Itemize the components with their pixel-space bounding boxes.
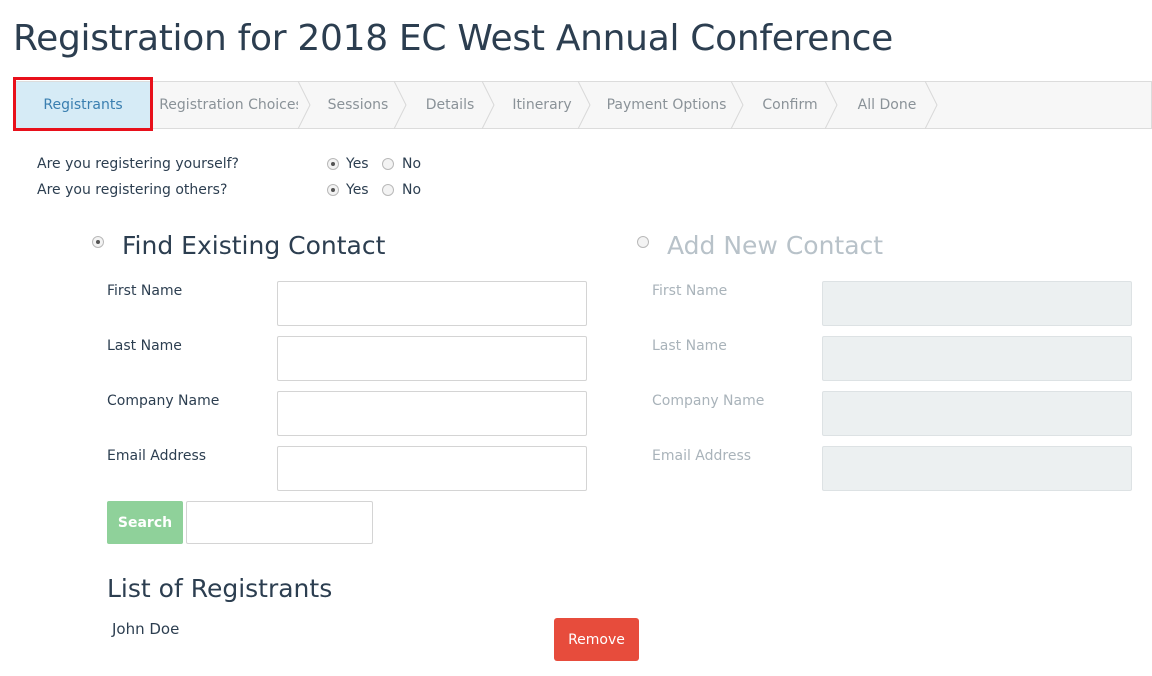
add-email-label: Email Address bbox=[652, 448, 752, 464]
add-company-name-input bbox=[822, 391, 1132, 436]
step-separator-icon bbox=[394, 81, 407, 129]
step-label: Sessions bbox=[327, 97, 389, 113]
step-label: Itinerary bbox=[512, 97, 572, 113]
step-registration-choices[interactable]: Registration Choices bbox=[152, 81, 311, 129]
step-registrants[interactable]: Registrants bbox=[14, 82, 152, 128]
radio-add-new-contact[interactable] bbox=[637, 236, 649, 248]
radio-yourself-yes-label: Yes bbox=[346, 156, 369, 172]
add-company-name-label: Company Name bbox=[652, 393, 765, 409]
radio-others-yes-label: Yes bbox=[346, 182, 369, 198]
registrant-name: John Doe bbox=[112, 620, 180, 638]
step-all-done[interactable]: All Done bbox=[837, 81, 938, 129]
add-first-name-label: First Name bbox=[652, 283, 728, 299]
find-contact-title: Find Existing Contact bbox=[122, 231, 386, 260]
add-contact-title: Add New Contact bbox=[667, 231, 884, 260]
radio-yourself-no-label: No bbox=[402, 156, 422, 172]
remove-registrant-button[interactable]: Remove bbox=[554, 618, 639, 661]
find-first-name-input[interactable] bbox=[277, 281, 587, 326]
step-confirm[interactable]: Confirm bbox=[743, 81, 838, 129]
step-label: Registrants bbox=[43, 97, 123, 113]
add-first-name-input bbox=[822, 281, 1132, 326]
step-label: Details bbox=[425, 97, 475, 113]
find-first-name-label: First Name bbox=[107, 283, 183, 299]
find-last-name-input[interactable] bbox=[277, 336, 587, 381]
radio-find-existing-contact[interactable] bbox=[92, 236, 104, 248]
step-separator-icon bbox=[825, 81, 838, 129]
step-separator-icon bbox=[298, 81, 311, 129]
find-company-name-input[interactable] bbox=[277, 391, 587, 436]
step-label: Registration Choices bbox=[159, 97, 303, 113]
add-email-input bbox=[822, 446, 1132, 491]
radio-yourself-yes[interactable] bbox=[327, 158, 339, 170]
step-sessions[interactable]: Sessions bbox=[310, 81, 407, 129]
step-payment-options[interactable]: Payment Options bbox=[590, 81, 744, 129]
wizard-steps: Registrants Registration Choices Session… bbox=[13, 81, 1152, 129]
find-email-label: Email Address bbox=[107, 448, 207, 464]
page-title: Registration for 2018 EC West Annual Con… bbox=[13, 18, 894, 59]
add-last-name-label: Last Name bbox=[652, 338, 727, 354]
step-label: Payment Options bbox=[606, 97, 727, 113]
step-separator-icon bbox=[482, 81, 495, 129]
step-itinerary[interactable]: Itinerary bbox=[494, 81, 591, 129]
radio-yourself-no[interactable] bbox=[382, 158, 394, 170]
step-label: Confirm bbox=[762, 97, 818, 113]
radio-others-yes[interactable] bbox=[327, 184, 339, 196]
step-label: All Done bbox=[857, 97, 917, 113]
search-button[interactable]: Search bbox=[107, 501, 183, 544]
find-last-name-label: Last Name bbox=[107, 338, 182, 354]
question-register-others: Are you registering others? bbox=[37, 182, 228, 198]
find-company-name-label: Company Name bbox=[107, 393, 220, 409]
radio-others-no[interactable] bbox=[382, 184, 394, 196]
search-results-field[interactable] bbox=[186, 501, 373, 544]
find-email-input[interactable] bbox=[277, 446, 587, 491]
step-separator-icon bbox=[925, 81, 938, 129]
radio-others-no-label: No bbox=[402, 182, 422, 198]
step-separator-icon bbox=[731, 81, 744, 129]
add-last-name-input bbox=[822, 336, 1132, 381]
step-details[interactable]: Details bbox=[406, 81, 495, 129]
question-register-yourself: Are you registering yourself? bbox=[37, 156, 239, 172]
registrants-list-title: List of Registrants bbox=[107, 574, 333, 603]
step-separator-icon bbox=[578, 81, 591, 129]
